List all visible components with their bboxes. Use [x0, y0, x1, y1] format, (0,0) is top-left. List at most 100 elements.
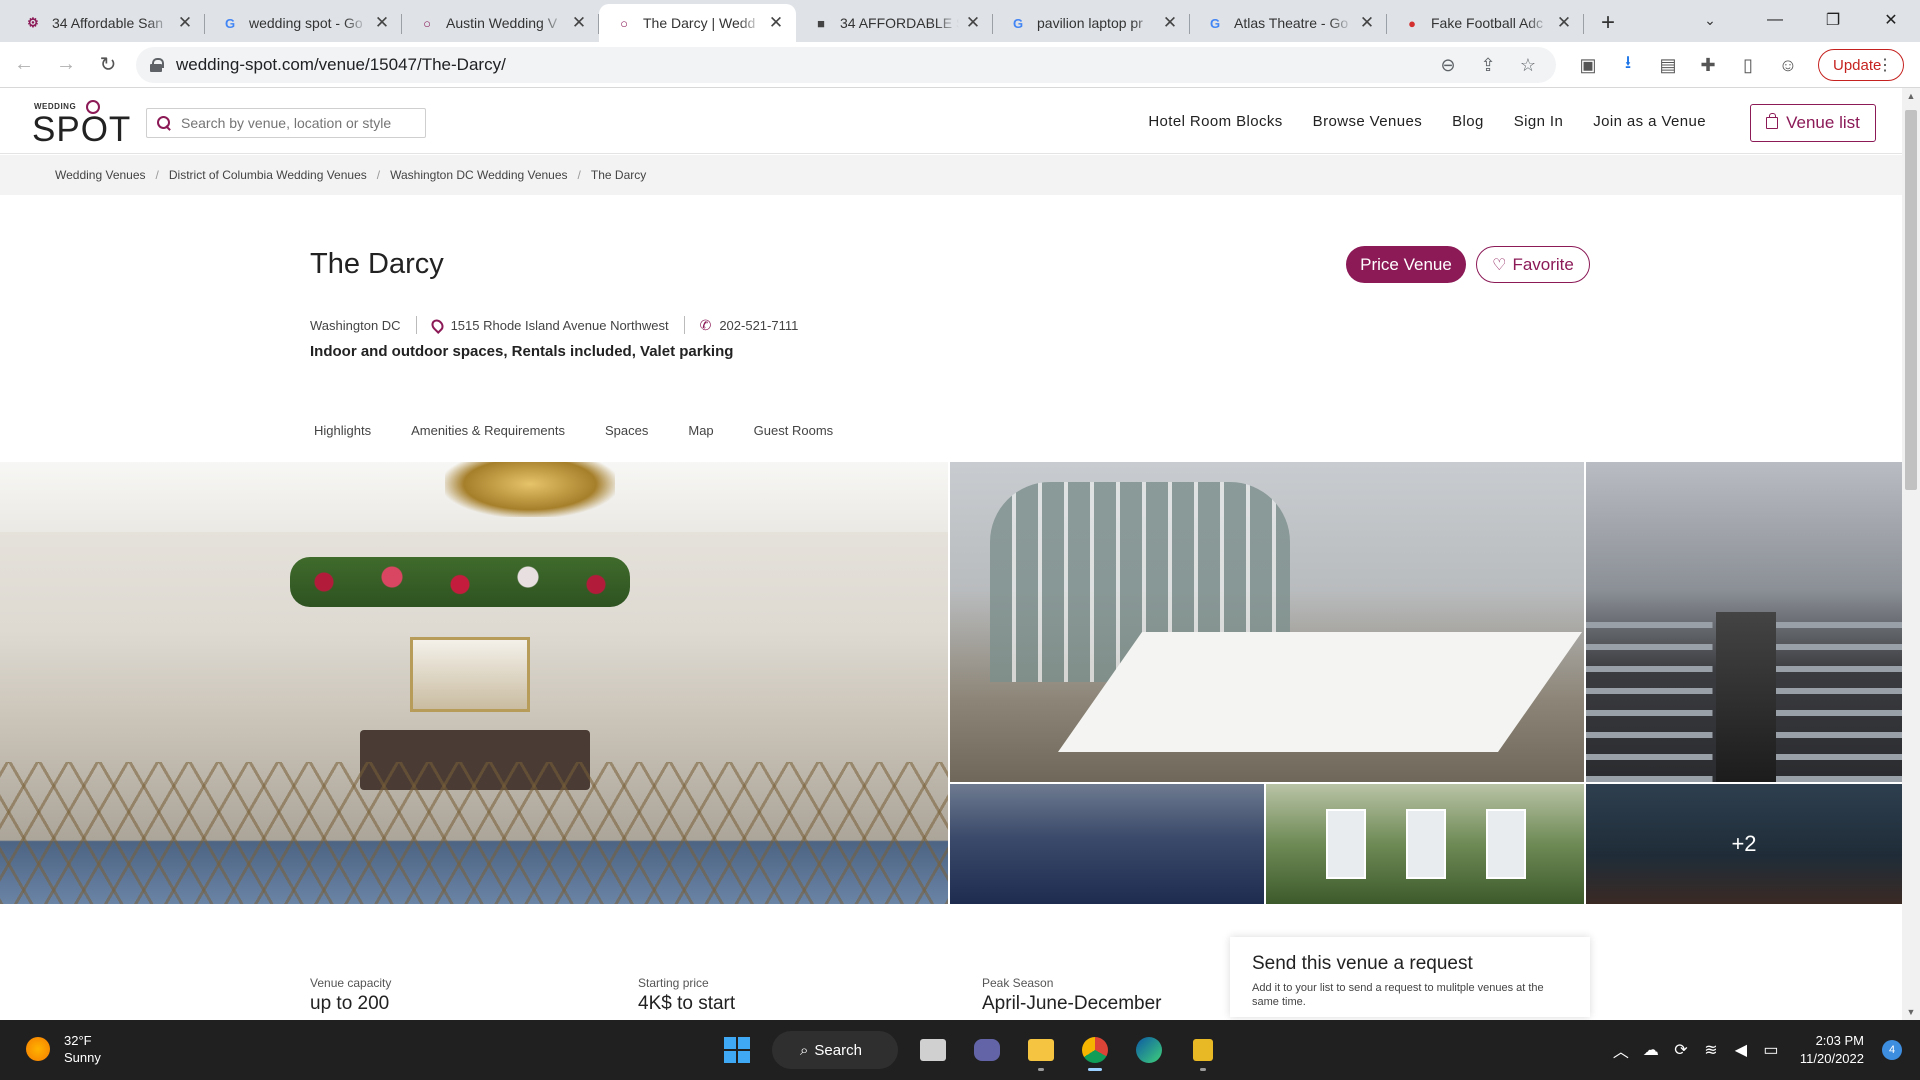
browser-tab[interactable]: ⚙ 34 Affordable San ✕: [8, 4, 205, 42]
nav-join-as-venue[interactable]: Join as a Venue: [1593, 113, 1706, 130]
browser-tab[interactable]: ○ Austin Wedding V ✕: [402, 4, 599, 42]
venue-phone[interactable]: 202-521-7111: [719, 318, 798, 333]
stat-value: 4K$ to start: [638, 993, 736, 1014]
new-tab-button[interactable]: +: [1590, 4, 1626, 42]
phone-icon: ✆: [699, 316, 712, 333]
browser-tab[interactable]: ● Fake Football Adc ✕: [1387, 4, 1584, 42]
browser-tab[interactable]: ■ 34 AFFORDABLE S ✕: [796, 4, 993, 42]
scroll-up-icon[interactable]: ▲: [1902, 88, 1920, 104]
reception-photo[interactable]: [950, 784, 1264, 904]
close-window-icon[interactable]: ✕: [1862, 0, 1920, 40]
main-venue-photo[interactable]: [0, 462, 948, 904]
weather-widget[interactable]: 32°F Sunny: [26, 1032, 101, 1066]
scroll-down-icon[interactable]: ▼: [1902, 1004, 1920, 1020]
clock[interactable]: 2:03 PM 11/20/2022: [1800, 1032, 1864, 1068]
google-icon: G: [224, 15, 236, 31]
extension-icon[interactable]: ▤: [1648, 47, 1688, 83]
zoom-icon[interactable]: ⊖: [1428, 47, 1468, 83]
tab-map[interactable]: Map: [688, 423, 713, 438]
nav-browse-venues[interactable]: Browse Venues: [1313, 113, 1422, 130]
heart-icon: ♡: [1492, 256, 1507, 274]
chevron-down-icon[interactable]: ⌄: [1694, 6, 1726, 34]
tab-title: 34 AFFORDABLE S: [840, 15, 959, 31]
tab-title: The Darcy | Wedd: [643, 15, 756, 31]
stat-label: Starting price: [638, 976, 709, 990]
close-icon[interactable]: ✕: [1556, 13, 1572, 33]
breadcrumb-item[interactable]: District of Columbia Wedding Venues: [169, 168, 367, 182]
forward-icon[interactable]: →: [48, 47, 84, 83]
puzzle-icon[interactable]: ✚: [1688, 47, 1728, 83]
update-button[interactable]: Update ⋮: [1818, 49, 1904, 81]
venue-search-input[interactable]: [181, 115, 421, 131]
nav-blog[interactable]: Blog: [1452, 113, 1484, 130]
chrome-icon[interactable]: [1073, 1028, 1117, 1072]
nav-sign-in[interactable]: Sign In: [1514, 113, 1564, 130]
menu-icon[interactable]: ⋮: [1877, 55, 1893, 75]
venue-search[interactable]: [146, 108, 426, 138]
sync-icon[interactable]: ⟳: [1666, 1040, 1696, 1060]
close-icon[interactable]: ✕: [1162, 13, 1178, 33]
scrollbar-thumb[interactable]: [1905, 110, 1917, 490]
taskbar-apps: ⌕ Search: [710, 1028, 1230, 1072]
volume-icon[interactable]: ◀: [1726, 1040, 1756, 1060]
couple-photo[interactable]: [1266, 784, 1584, 904]
tab-guest-rooms[interactable]: Guest Rooms: [754, 423, 833, 438]
favorite-button[interactable]: ♡ Favorite: [1476, 246, 1590, 283]
extension-icon[interactable]: ▣: [1568, 47, 1608, 83]
start-button[interactable]: [715, 1028, 759, 1072]
wedding-spot-logo[interactable]: WEDDING SPOT: [32, 100, 132, 149]
close-icon[interactable]: ✕: [374, 13, 390, 33]
tab-spaces[interactable]: Spaces: [605, 423, 648, 438]
address-bar[interactable]: wedding-spot.com/venue/15047/The-Darcy/ …: [136, 47, 1556, 83]
star-icon[interactable]: ☆: [1508, 47, 1548, 83]
browser-tab-active[interactable]: ○ The Darcy | Wedd ✕: [599, 4, 796, 42]
back-icon[interactable]: ←: [6, 47, 42, 83]
wifi-icon[interactable]: ≋: [1696, 1040, 1726, 1060]
url-text[interactable]: wedding-spot.com/venue/15047/The-Darcy/: [176, 55, 506, 75]
teams-chat-icon[interactable]: [965, 1028, 1009, 1072]
reload-icon[interactable]: ↻: [90, 47, 126, 83]
files-app-icon[interactable]: [1181, 1028, 1225, 1072]
close-icon[interactable]: ✕: [1359, 13, 1375, 33]
venue-address[interactable]: 1515 Rhode Island Avenue Northwest: [451, 318, 669, 333]
breadcrumb-item[interactable]: Washington DC Wedding Venues: [390, 168, 567, 182]
close-icon[interactable]: ✕: [571, 13, 587, 33]
profile-icon[interactable]: ☺: [1768, 47, 1808, 83]
chevron-up-icon[interactable]: ︿: [1606, 1038, 1636, 1062]
more-photos-tile[interactable]: +2: [1586, 784, 1902, 904]
weather-temp: 32°F: [64, 1033, 92, 1048]
close-icon[interactable]: ✕: [965, 13, 981, 33]
browser-tab[interactable]: G Atlas Theatre - Go ✕: [1190, 4, 1387, 42]
download-icon[interactable]: ⭳: [1608, 47, 1648, 83]
browser-tab[interactable]: G pavilion laptop pr ✕: [993, 4, 1190, 42]
minimize-icon[interactable]: —: [1746, 0, 1804, 40]
close-icon[interactable]: ✕: [768, 13, 784, 33]
breadcrumb-item[interactable]: Wedding Venues: [55, 168, 146, 182]
cloud-icon[interactable]: ☁: [1636, 1040, 1666, 1060]
update-label: Update: [1833, 56, 1882, 74]
tab-highlights[interactable]: Highlights: [314, 423, 371, 438]
browser-tab[interactable]: G wedding spot - Go ✕: [205, 4, 402, 42]
edge-icon[interactable]: [1127, 1028, 1171, 1072]
tab-amenities[interactable]: Amenities & Requirements: [411, 423, 565, 438]
task-view-icon[interactable]: [911, 1028, 955, 1072]
ceremony-room-photo[interactable]: [1586, 462, 1902, 782]
notification-badge[interactable]: 4: [1882, 1040, 1902, 1060]
venue-list-button[interactable]: Venue list: [1750, 104, 1876, 142]
battery-icon[interactable]: ▭: [1756, 1040, 1786, 1060]
sidebar-icon[interactable]: ▯: [1728, 47, 1768, 83]
favorite-label: Favorite: [1512, 254, 1574, 274]
location-pin-icon: [428, 316, 446, 334]
dining-room-photo[interactable]: [950, 462, 1584, 782]
bag-icon: [1766, 113, 1779, 129]
file-explorer-icon[interactable]: [1019, 1028, 1063, 1072]
page-scrollbar[interactable]: ▲ ▼: [1902, 88, 1920, 1020]
request-subtitle: Add it to your list to send a request to…: [1252, 982, 1544, 1008]
taskbar-search[interactable]: ⌕ Search: [772, 1031, 898, 1069]
nav-hotel-room-blocks[interactable]: Hotel Room Blocks: [1148, 113, 1282, 130]
close-icon[interactable]: ✕: [177, 13, 193, 33]
restore-icon[interactable]: ❐: [1804, 0, 1862, 40]
share-icon[interactable]: ⇪: [1468, 47, 1508, 83]
tab-title: wedding spot - Go: [249, 15, 363, 31]
price-venue-button[interactable]: Price Venue: [1346, 246, 1466, 283]
